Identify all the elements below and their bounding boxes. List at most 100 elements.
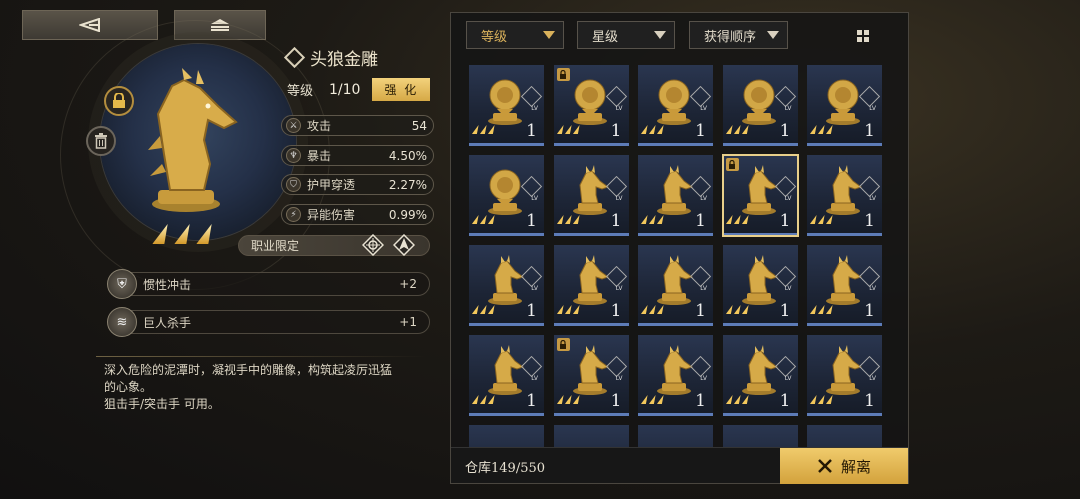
star-icon [472,305,481,314]
inventory-item-card[interactable]: LV 1 [469,65,544,146]
lv-label: LV [531,375,538,382]
wolf-statue-icon [741,255,778,305]
grid-view-button[interactable] [846,28,880,44]
stat-value: 2.27% [388,177,427,192]
lv-label: LV [531,105,538,112]
star-icon [649,125,658,134]
item-stars [474,215,495,224]
lock-toggle-button[interactable] [104,86,134,116]
lv-label: LV [869,285,876,292]
star-icon [818,395,827,404]
inventory-item-card[interactable]: LV 1 [807,335,882,416]
inventory-item-card[interactable]: LV 1 [553,245,629,326]
inventory-panel: 等级 星级 获得顺序 LV 1 LV 1 LV 1 LV 1 LV 1 LV 1 LV 1 LV 1 LV 1 LV… [450,12,909,484]
inventory-item-card[interactable]: LV 1 [638,65,713,146]
inventory-item-card[interactable]: LV 1 [553,155,629,236]
inventory-item-card[interactable]: LV 1 [638,245,713,326]
dismantle-button[interactable]: 解离 [780,448,908,484]
item-level: 1 [526,211,537,231]
lion-statue-icon [488,169,522,215]
filter-level-dropdown[interactable]: 等级 [466,21,564,49]
back-arrow-icon [79,18,100,32]
lion-statue-icon [826,79,860,125]
inventory-item-card[interactable]: LV 1 [722,335,798,416]
filter-label: 星级 [592,29,619,45]
item-stars [559,395,580,404]
perk-name: 惯性冲击 [143,277,192,292]
inventory-item-card[interactable] [553,425,629,448]
inventory-item-card[interactable]: LV 1 [807,65,882,146]
perk-name: 巨人杀手 [143,315,192,330]
lv-label: LV [700,105,707,112]
ability-icon: ⚡ [286,207,301,222]
inventory-item-card[interactable]: LV 1 [469,155,544,236]
star-icon [733,305,742,314]
inventory-item-card[interactable]: LV 1 [638,155,713,236]
wolf-statue-icon [657,345,694,395]
star-icon [556,125,565,134]
item-stars [812,395,833,404]
grid-icon [857,30,869,42]
star-icon [810,395,819,404]
item-level: 1 [695,391,706,411]
inventory-item-card[interactable] [722,425,798,448]
item-stars [559,125,580,134]
item-level: 1 [779,391,791,411]
inventory-item-card[interactable]: LV 1 [553,65,629,146]
lv-label: LV [784,105,792,112]
inventory-item-card[interactable]: LV 1 [638,335,713,416]
inertia-icon: ⛨ [107,269,137,299]
wolf-statue-icon [826,345,863,395]
dismantle-label: 解离 [840,457,871,476]
item-stars [157,224,213,244]
filter-label: 等级 [481,29,508,45]
item-stars [474,395,495,404]
description-line: 深入危险的泥潭时，凝视手中的雕像，构筑起凌厉迅猛 [104,363,393,377]
delete-button[interactable] [86,126,116,156]
stat-name: 攻击 [307,119,332,133]
inventory-item-card[interactable] [807,425,882,448]
wolf-statue-icon [488,255,525,305]
lock-icon [556,68,570,81]
item-stars [728,305,749,314]
stat-crit: ♆ 暴击 4.50% [281,145,434,166]
inventory-item-card[interactable]: LV 1 [807,155,882,236]
item-stars [812,125,833,134]
filter-order-dropdown[interactable]: 获得顺序 [689,21,788,49]
inventory-item-card[interactable] [638,425,713,448]
enhance-button[interactable]: 强 化 [372,78,431,101]
star-icon [480,395,489,404]
inventory-item-card[interactable] [469,425,544,448]
lv-label: LV [615,195,623,202]
star-icon [818,215,827,224]
inventory-item-card[interactable]: LV 1 [553,335,629,416]
inventory-item-card[interactable]: LV 1 [807,245,882,326]
star-icon [810,215,819,224]
lv-label: LV [869,195,876,202]
star-icon [556,305,565,314]
wolf-statue-icon [741,165,778,215]
stat-name: 异能伤害 [307,208,356,222]
shield-pierce-icon: ⛉ [286,177,301,192]
inventory-item-card[interactable]: LV 1 [469,245,544,326]
description-line: 的心象。 [104,380,153,394]
item-level: 1 [695,211,706,231]
star-icon [818,125,827,134]
filter-star-dropdown[interactable]: 星级 [577,21,675,49]
assault-class-icon[interactable] [393,234,415,256]
inventory-item-card[interactable]: LV 1 [722,245,798,326]
wolf-statue-icon [657,165,694,215]
inventory-item-card[interactable]: LV 1 [722,65,798,146]
star-icon [641,125,650,134]
star-icon [480,215,489,224]
sniper-class-icon[interactable] [362,234,384,256]
lion-statue-icon [488,79,522,125]
inventory-footer: 仓库149/550 解离 [451,447,908,484]
lv-label: LV [531,195,538,202]
inventory-item-card[interactable]: LV 1 [469,335,544,416]
item-stars [474,125,495,134]
star-icon [649,305,658,314]
inventory-item-card[interactable]: LV 1 [721,154,799,237]
filter-label: 获得顺序 [704,29,757,45]
lion-statue-icon [572,79,607,125]
